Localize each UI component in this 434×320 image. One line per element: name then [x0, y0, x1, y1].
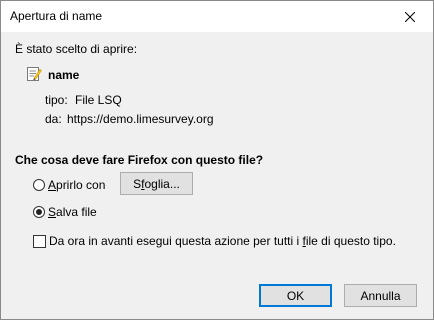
remember-choice-label: Da ora in avanti esegui questa azione pe… — [49, 234, 396, 248]
remember-choice-option[interactable]: Da ora in avanti esegui questa azione pe… — [33, 234, 396, 248]
open-with-radio[interactable] — [33, 179, 45, 191]
intro-text: È stato scelto di aprire: — [15, 42, 138, 56]
save-file-label: Salva file — [48, 205, 97, 219]
document-edit-icon — [27, 67, 42, 81]
dialog-body: È stato scelto di aprire: name tipo: Fil… — [1, 32, 433, 272]
close-icon — [405, 11, 415, 22]
close-button[interactable] — [387, 1, 433, 32]
file-type-label: tipo: — [45, 93, 68, 107]
browse-button[interactable]: Sfoglia... — [120, 172, 193, 195]
ok-button-label: OK — [286, 288, 305, 303]
file-source-value: https://demo.limesurvey.org — [67, 112, 214, 126]
download-dialog-window: Apertura di name È stato scelto di aprir… — [0, 0, 434, 320]
browse-button-label: Sfoglia... — [133, 176, 180, 191]
dialog-footer: OK Annulla — [1, 272, 433, 319]
action-question: Che cosa deve fare Firefox con questo fi… — [15, 153, 264, 167]
file-source-label: da: — [45, 112, 62, 126]
remember-choice-checkbox[interactable] — [33, 234, 46, 248]
cancel-button[interactable]: Annulla — [344, 284, 417, 307]
file-type-value: File LSQ — [75, 93, 122, 107]
save-file-radio[interactable] — [33, 206, 45, 218]
ok-button[interactable]: OK — [259, 284, 332, 307]
title-bar: Apertura di name — [1, 1, 433, 32]
cancel-button-label: Annulla — [360, 288, 401, 303]
file-name: name — [48, 68, 80, 82]
save-file-option[interactable]: Salva file — [33, 205, 97, 219]
window-title: Apertura di name — [10, 9, 103, 23]
open-with-option[interactable]: Aprirlo con — [33, 178, 105, 192]
open-with-label: Aprirlo con — [48, 178, 106, 192]
